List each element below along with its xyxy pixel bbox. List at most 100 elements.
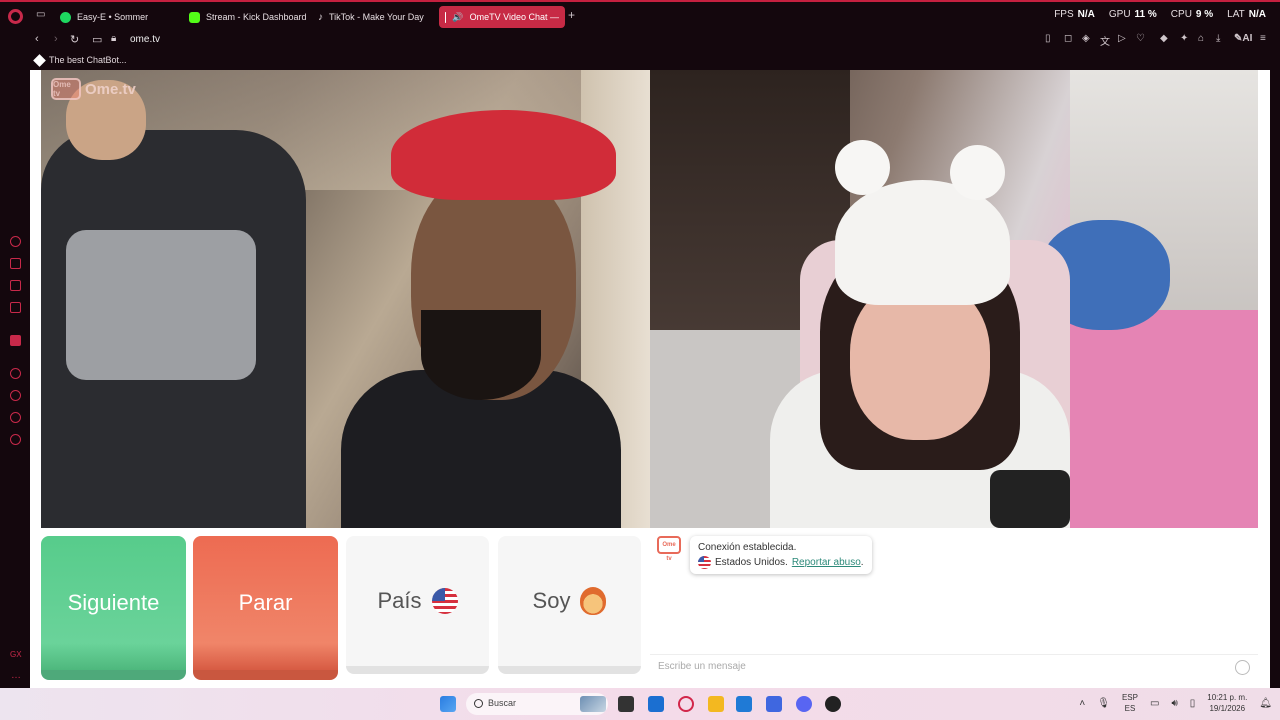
more-icon[interactable]: … xyxy=(11,670,21,681)
stop-button[interactable]: Parar xyxy=(193,536,338,680)
account-icon[interactable]: ⌂ xyxy=(1198,33,1204,44)
gem-icon[interactable]: ◆ xyxy=(1160,33,1168,44)
tab-ometv[interactable]: 🔊 OmeTV Video Chat — xyxy=(439,6,565,28)
spotify-icon xyxy=(60,11,71,23)
app-icon[interactable] xyxy=(766,696,782,712)
download-icon[interactable]: ⤓ xyxy=(1216,33,1220,44)
tab-label: Easy-E • Sommer xyxy=(77,12,149,22)
shield-icon[interactable]: ◈ xyxy=(1082,33,1090,44)
chat-icon[interactable] xyxy=(10,280,21,291)
microphone-icon[interactable]: 🎙︎ xyxy=(1097,698,1110,709)
bookmark-icon[interactable]: ▯ xyxy=(1045,33,1051,44)
forward-icon[interactable]: › xyxy=(54,33,58,45)
bookmarks-bar: The best ChatBot... xyxy=(30,52,1280,70)
clock[interactable]: 10:21 p. m. 19/1/2026 xyxy=(1207,692,1247,714)
reload-icon[interactable]: ↻ xyxy=(70,33,79,46)
woman-emoji-icon xyxy=(580,587,607,615)
address-bar: ‹ › ↻ ▭ 🔒︎ ome.tv ▯ ◻ ◈ 文 ▷ ♡ ◆ ✦ ⌂ ⤓ ✎A… xyxy=(30,30,1280,52)
task-view-icon[interactable] xyxy=(618,696,634,712)
battery-icon[interactable]: ▯ xyxy=(1190,698,1196,709)
play-icon[interactable]: ▷ xyxy=(1118,33,1126,44)
ometv-watermark: Ome tv Ome.tv xyxy=(51,78,136,100)
player-icon[interactable] xyxy=(10,368,21,379)
twitch-icon[interactable] xyxy=(10,335,21,346)
history-icon[interactable] xyxy=(10,236,21,247)
page-scrollbar[interactable] xyxy=(1270,70,1280,688)
tab-spotify[interactable]: Easy-E • Sommer xyxy=(54,6,154,28)
store-icon[interactable] xyxy=(648,696,664,712)
windows-taskbar: Buscar ˄ 🎙︎ ESP ES ▭ 🔊︎ ▯ 10:21 p. m. 19… xyxy=(0,688,1280,720)
tab-menu-icon[interactable]: ▭ xyxy=(36,9,45,20)
country-button-label: País xyxy=(377,588,422,613)
next-button-label: Siguiente xyxy=(67,590,160,615)
bag-icon[interactable] xyxy=(10,258,21,269)
menu-icon[interactable]: ≡ xyxy=(1260,33,1266,44)
report-abuse-link[interactable]: Reportar abuso xyxy=(792,557,861,568)
settings-icon[interactable] xyxy=(10,434,21,445)
volume-icon[interactable]: 🔊︎ xyxy=(1171,698,1177,709)
bookmark-chatbot[interactable]: The best ChatBot... xyxy=(33,53,127,67)
bookmark-label: The best ChatBot... xyxy=(49,55,127,65)
url-field[interactable]: ome.tv xyxy=(130,34,160,45)
fps-stat: FPS N/A xyxy=(1054,9,1095,20)
camera-icon[interactable]: ▭ xyxy=(92,33,102,46)
stop-button-label: Parar xyxy=(238,590,293,615)
tab-strip: ▭ Easy-E • Sommer Stream - Kick Dashboar… xyxy=(0,0,1280,30)
ometv-chat-logo-icon: Ome tv xyxy=(657,536,681,562)
heart-icon[interactable]: ♡ xyxy=(1136,33,1145,44)
tab-kick[interactable]: Stream - Kick Dashboard xyxy=(183,6,313,28)
lock-icon: 🔒︎ xyxy=(111,33,117,44)
obs-icon[interactable] xyxy=(825,696,841,712)
snapshot-icon[interactable]: ◻ xyxy=(1064,33,1072,44)
gender-button[interactable]: Soy xyxy=(498,536,641,674)
message-placeholder: Escribe un mensaje xyxy=(658,661,746,672)
news-icon[interactable] xyxy=(10,302,21,313)
ai-button[interactable]: ✎AI xyxy=(1234,33,1252,44)
chat-panel: Ome tv Conexión establecida. Estados Uni… xyxy=(650,528,1258,688)
next-button[interactable]: Siguiente xyxy=(41,536,186,680)
us-flag-icon xyxy=(431,588,458,614)
tiktok-icon: ♪ xyxy=(318,11,323,23)
file-explorer-icon[interactable] xyxy=(708,696,724,712)
country-line: Estados Unidos. Reportar abuso. xyxy=(698,555,864,570)
tab-label: TikTok - Make Your Day xyxy=(329,12,424,22)
search-icon xyxy=(474,699,483,708)
system-tray: ˄ 🎙︎ ESP ES ▭ 🔊︎ ▯ 10:21 p. m. 19/1/2026… xyxy=(1079,692,1272,714)
puzzle-icon[interactable]: ✦ xyxy=(1180,33,1188,44)
language-indicator[interactable]: ESP ES xyxy=(1122,692,1138,714)
lat-stat: LAT N/A xyxy=(1227,9,1266,20)
gx-icon[interactable]: GX xyxy=(10,650,22,659)
gpu-stat: GPU 11 % xyxy=(1108,9,1157,20)
tab-label: Stream - Kick Dashboard xyxy=(206,12,307,22)
new-tab-icon[interactable]: + xyxy=(568,8,575,22)
windows-start-icon[interactable] xyxy=(440,696,456,712)
watermark-text: Ome.tv xyxy=(85,80,136,98)
self-video xyxy=(650,70,1258,528)
search-placeholder: Buscar xyxy=(488,698,517,708)
audio-playing-icon: 🔊 xyxy=(452,11,464,22)
sidebar: GX … xyxy=(0,30,30,688)
ometv-logo-icon: Ome tv xyxy=(51,78,81,100)
outlook-icon[interactable] xyxy=(736,696,752,712)
notification-icon[interactable]: 🔔︎ xyxy=(1259,698,1272,709)
opera-logo-icon[interactable] xyxy=(8,9,23,24)
translate-icon[interactable]: 文 xyxy=(1100,33,1110,48)
emoji-picker-icon[interactable] xyxy=(1235,660,1250,675)
connection-status: Conexión establecida. xyxy=(698,542,797,553)
extensions-icon[interactable] xyxy=(10,412,21,423)
opera-gx-taskbar-icon[interactable] xyxy=(678,696,694,712)
clock-icon[interactable] xyxy=(10,390,21,401)
stranger-video: Ome tv Ome.tv xyxy=(41,70,650,528)
message-input[interactable]: Escribe un mensaje xyxy=(650,654,1258,680)
tab-tiktok[interactable]: ♪ TikTok - Make Your Day xyxy=(312,6,430,28)
discord-icon[interactable] xyxy=(796,696,812,712)
chevron-up-icon[interactable]: ˄ xyxy=(1079,698,1085,709)
back-icon[interactable]: ‹ xyxy=(35,33,39,45)
landscape-widget-icon[interactable] xyxy=(580,696,606,712)
ometv-icon xyxy=(445,11,447,23)
tab-label: OmeTV Video Chat — xyxy=(469,12,559,22)
system-message: Conexión establecida. Estados Unidos. Re… xyxy=(690,536,872,574)
ometv-page: Ome tv Ome.tv Siguiente Parar País Soy O… xyxy=(30,70,1270,688)
country-button[interactable]: País xyxy=(346,536,489,674)
network-icon[interactable]: ▭ xyxy=(1150,698,1159,709)
